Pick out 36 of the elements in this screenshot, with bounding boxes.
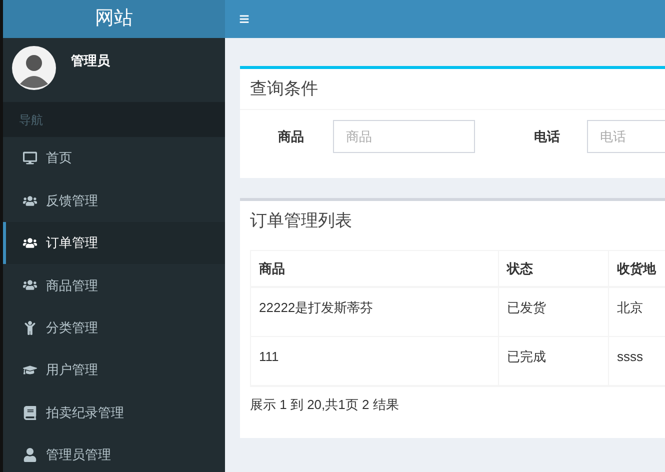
menu-toggle-button[interactable]: ≡ — [239, 10, 250, 28]
sidebar-item[interactable]: 拍卖纪录管理 — [3, 391, 225, 434]
users-icon — [23, 278, 37, 292]
table-cell: 111 — [259, 349, 279, 364]
monitor-icon — [23, 151, 37, 166]
search-field[interactable]: 电话 — [587, 120, 665, 153]
avatar — [12, 46, 56, 90]
users-icon — [23, 236, 37, 250]
book-icon — [23, 406, 37, 420]
sidebar-item[interactable]: 反馈管理 — [3, 179, 225, 222]
table-cell: ssss — [617, 349, 643, 364]
panel-title: 查询条件 — [250, 78, 318, 100]
user-name: 管理员 — [71, 52, 110, 70]
table-cell: 22222是打发斯蒂芬 — [259, 300, 374, 315]
field-label: 商品 — [278, 128, 304, 146]
table-cell: 北京 — [617, 300, 643, 315]
sidebar-item[interactable]: 订单管理 — [3, 222, 225, 264]
nav-header: 导航 — [19, 112, 43, 128]
panel-title: 订单管理列表 — [250, 210, 352, 232]
person-icon — [23, 320, 37, 335]
column-header: 状态 — [507, 260, 533, 278]
brand-title: 网站 — [3, 0, 225, 38]
search-field[interactable]: 商品 — [333, 120, 475, 153]
column-header: 商品 — [259, 260, 285, 278]
users-icon — [23, 194, 37, 208]
sidebar-item[interactable]: 用户管理 — [3, 348, 225, 392]
user-icon — [23, 448, 37, 462]
sidebar-item[interactable]: 管理员管理 — [3, 434, 225, 472]
field-label: 电话 — [534, 128, 560, 146]
sidebar-item[interactable]: 分类管理 — [3, 306, 225, 349]
table-cell: 已发货 — [507, 300, 546, 315]
sidebar-item[interactable]: 首页 — [3, 137, 225, 180]
column-header: 收货地 — [617, 260, 656, 278]
result-summary: 展示 1 到 20,共1页 2 结果 — [250, 397, 399, 412]
sidebar-item[interactable]: 商品管理 — [3, 264, 225, 307]
table-cell: 已完成 — [507, 349, 546, 364]
